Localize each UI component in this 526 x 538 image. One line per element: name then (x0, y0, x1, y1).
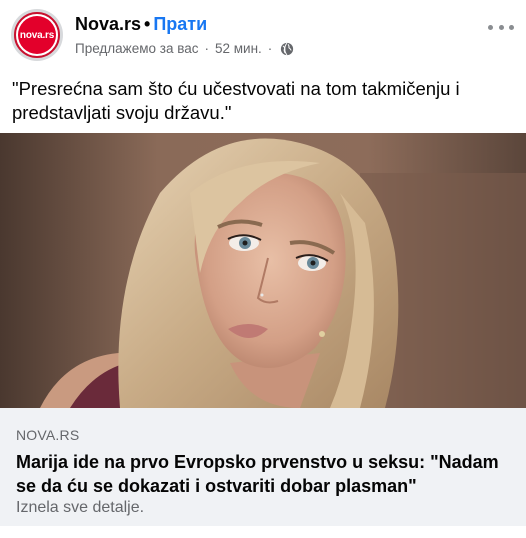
meta-separator: · (204, 41, 210, 56)
meta-separator: · (267, 41, 273, 56)
post-timestamp[interactable]: 52 мин. (215, 41, 262, 56)
more-options-icon[interactable] (488, 22, 514, 32)
page-avatar[interactable]: nova.rs (11, 9, 63, 61)
link-preview[interactable]: NOVA.RS Marija ide na prvo Evropsko prve… (0, 408, 526, 526)
facebook-post: nova.rs Nova.rs • Прати Предлажемо за вас … (0, 0, 526, 538)
post-photo[interactable] (0, 133, 526, 408)
page-name-link[interactable]: Nova.rs (75, 14, 141, 34)
nova-logo: nova.rs (18, 16, 56, 54)
suggested-label: Предлажемо за вас (75, 41, 199, 56)
post-meta: Предлажемо за вас · 52 мин. · (75, 41, 294, 56)
link-description: Iznela sve detalje. (16, 499, 145, 516)
globe-icon (281, 42, 294, 55)
name-separator: • (144, 14, 151, 34)
page-name-line: Nova.rs • Прати (75, 14, 207, 35)
portrait-photo (0, 133, 526, 408)
link-domain: NOVA.RS (16, 427, 80, 443)
post-header: nova.rs Nova.rs • Прати Предлажемо за вас … (0, 0, 526, 70)
follow-button[interactable]: Прати (153, 14, 207, 34)
link-title[interactable]: Marija ide na prvo Evropsko prvenstvo u … (16, 450, 516, 498)
post-caption: "Presrećna sam što ću učestvovati na tom… (12, 78, 460, 123)
